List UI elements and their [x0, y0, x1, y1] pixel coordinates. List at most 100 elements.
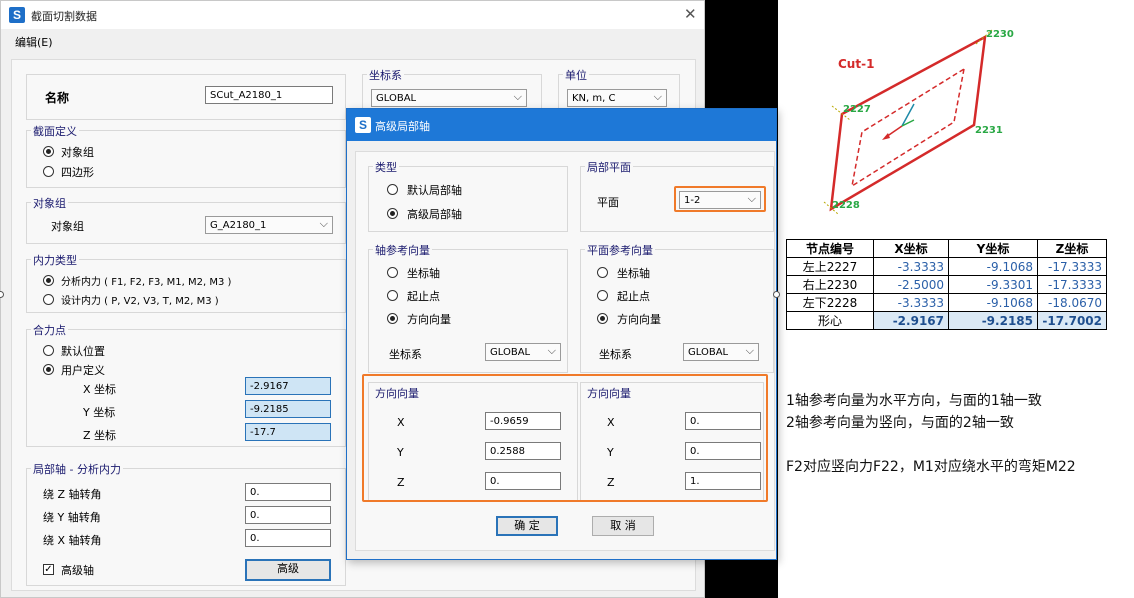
axis-ref-coord-value: GLOBAL [490, 347, 531, 358]
radio-axis-direction-label: 方向向量 [407, 313, 451, 326]
radio-axis-start-end-label: 起止点 [407, 290, 440, 303]
cell-z: -17.7002 [1037, 311, 1107, 330]
table-header-row: 节点编号 X坐标 Y坐标 Z坐标 [786, 239, 1107, 258]
local-axis-group: 局部轴 - 分析内力 绕 Z 轴转角 0. 绕 Y 轴转角 0. 绕 X 轴转角… [26, 461, 346, 586]
advanced-local-axis-dialog: S 高级局部轴 类型 默认局部轴 高级局部轴 局部平面 平面 1-2 ⌵ 轴参考向… [346, 108, 777, 560]
chevron-down-icon: ⌵ [547, 344, 556, 357]
unit-title: 单位 [563, 67, 589, 83]
radio-design-force[interactable] [43, 294, 54, 305]
section-definition-title: 截面定义 [31, 123, 79, 139]
node-coordinate-table: 节点编号 X坐标 Y坐标 Z坐标 左上2227 -3.3333 -9.1068 … [786, 239, 1107, 330]
red-arrowhead-icon [882, 133, 890, 140]
radio-object-group[interactable] [43, 146, 54, 157]
radio-object-group-label: 对象组 [61, 146, 94, 159]
menu-bar: 编辑(E) [1, 31, 704, 51]
name-input[interactable]: SCut_A2180_1 [205, 86, 333, 104]
cell-node: 左上2227 [786, 257, 874, 276]
radio-plane-direction[interactable] [597, 313, 608, 324]
plane-reference-title: 平面参考向量 [585, 242, 655, 258]
cell-node: 形心 [786, 311, 874, 330]
cell-node: 左下2228 [786, 293, 874, 312]
resultant-point-group: 合力点 默认位置 用户定义 X 坐标 -2.9167 Y 坐标 -9.2185 … [26, 322, 346, 447]
ok-button[interactable]: 确 定 [496, 516, 558, 536]
unit-select[interactable]: KN, m, C ⌵ [567, 89, 667, 107]
resize-handle-right[interactable] [773, 291, 780, 298]
coord-system-value: GLOBAL [376, 93, 417, 104]
radio-axis-direction[interactable] [387, 313, 398, 324]
axis-ref-coord-select[interactable]: GLOBAL ⌵ [485, 343, 561, 361]
table-row-centroid: 形心 -2.9167 -9.2185 -17.7002 [786, 311, 1107, 330]
radio-axis-start-end[interactable] [387, 290, 398, 301]
section-cut-diagram: Cut-1 2230 2227 2231 2228 [823, 29, 1014, 215]
note-line-2: 2轴参考向量为竖向，与面的2轴一致 [786, 415, 1014, 431]
cell-x: -2.5000 [873, 275, 949, 294]
table-row: 左下2228 -3.3333 -9.1068 -18.0670 [786, 293, 1107, 312]
radio-design-force-label: 设计内力 ( P, V2, V3, T, M2, M3 ) [61, 296, 219, 307]
z-coord-label: Z 坐标 [83, 429, 117, 442]
advanced-axis-label: 高级轴 [61, 564, 94, 577]
radio-axis-coordinate-label: 坐标轴 [407, 267, 440, 280]
object-group-group: 对象组 对象组 G_A2180_1 ⌵ [26, 195, 346, 244]
radio-advanced-local-axis-label: 高级局部轴 [407, 208, 462, 221]
radio-default-local-axis[interactable] [387, 184, 398, 195]
close-icon[interactable]: ✕ [684, 5, 697, 23]
cell-x: -2.9167 [873, 311, 949, 330]
radio-plane-start-end[interactable] [597, 290, 608, 301]
y-rotation-input[interactable]: 0. [245, 506, 331, 524]
radio-plane-start-end-label: 起止点 [617, 290, 650, 303]
cancel-button[interactable]: 取 消 [592, 516, 654, 536]
cell-y: -9.3301 [948, 275, 1038, 294]
plane-ref-coord-value: GLOBAL [688, 347, 729, 358]
cell-z: -17.3333 [1037, 257, 1107, 276]
z-rotation-input[interactable]: 0. [245, 483, 331, 501]
node-2227-label: 2227 [843, 104, 871, 115]
cell-node: 右上2230 [786, 275, 874, 294]
object-group-label: 对象组 [51, 220, 84, 233]
cell-y: -9.1068 [948, 293, 1038, 312]
type-group: 类型 默认局部轴 高级局部轴 [368, 159, 568, 232]
radio-axis-coordinate[interactable] [387, 267, 398, 278]
y-coord-input[interactable]: -9.2185 [245, 400, 331, 418]
z-coord-input[interactable]: -17.7 [245, 423, 331, 441]
radio-plane-coordinate[interactable] [597, 267, 608, 278]
radio-plane-direction-label: 方向向量 [617, 313, 661, 326]
header-node-id: 节点编号 [786, 239, 874, 258]
chevron-down-icon: ⌵ [745, 344, 754, 357]
advanced-button[interactable]: 高级 [245, 559, 331, 581]
radio-plane-coordinate-label: 坐标轴 [617, 267, 650, 280]
radio-user-defined-label: 用户定义 [61, 364, 105, 377]
chevron-down-icon: ⌵ [653, 90, 662, 103]
direction-vectors-highlight [362, 374, 768, 502]
coord-system-select[interactable]: GLOBAL ⌵ [371, 89, 527, 107]
plane-select[interactable]: 1-2 ⌵ [679, 191, 761, 209]
name-group: 名称 SCut_A2180_1 [26, 74, 346, 120]
table-row: 左上2227 -3.3333 -9.1068 -17.3333 [786, 257, 1107, 276]
force-type-title: 内力类型 [31, 252, 79, 268]
x-coord-label: X 坐标 [83, 383, 117, 396]
radio-default-local-axis-label: 默认局部轴 [407, 184, 462, 197]
header-y: Y坐标 [948, 239, 1038, 258]
radio-user-defined[interactable] [43, 364, 54, 375]
cell-y: -9.2185 [948, 311, 1038, 330]
radio-advanced-local-axis[interactable] [387, 208, 398, 219]
cell-y: -9.1068 [948, 257, 1038, 276]
force-type-group: 内力类型 分析内力 ( F1, F2, F3, M1, M2, M3 ) 设计内… [26, 252, 346, 313]
plane-ref-coord-select[interactable]: GLOBAL ⌵ [683, 343, 759, 361]
coord-system-title: 坐标系 [367, 67, 404, 83]
x-rotation-input[interactable]: 0. [245, 529, 331, 547]
window-title: 截面切割数据 [31, 10, 97, 23]
radio-analysis-force[interactable] [43, 275, 54, 286]
table-row: 右上2230 -2.5000 -9.3301 -17.3333 [786, 275, 1107, 294]
plane-label: 平面 [597, 196, 619, 209]
x-coord-input[interactable]: -2.9167 [245, 377, 331, 395]
advanced-axis-checkbox[interactable]: ✓ [43, 564, 54, 575]
dialog-content: 类型 默认局部轴 高级局部轴 局部平面 平面 1-2 ⌵ 轴参考向量 坐标轴 起止… [355, 151, 775, 551]
radio-quad[interactable] [43, 166, 54, 177]
cell-x: -3.3333 [873, 257, 949, 276]
menu-edit[interactable]: 编辑(E) [15, 34, 53, 50]
radio-default-position[interactable] [43, 345, 54, 356]
chevron-down-icon: ⌵ [513, 90, 522, 103]
object-group-select[interactable]: G_A2180_1 ⌵ [205, 216, 333, 234]
title-bar: S 截面切割数据 ✕ [1, 1, 704, 29]
axis-reference-group: 轴参考向量 坐标轴 起止点 方向向量 坐标系 GLOBAL ⌵ [368, 242, 568, 373]
